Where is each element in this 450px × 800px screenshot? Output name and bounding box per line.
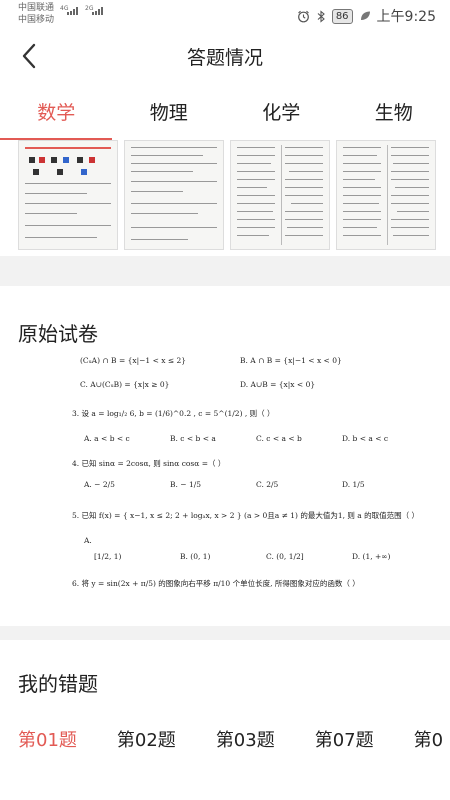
alarm-icon bbox=[297, 10, 309, 22]
page-title: 答题情况 bbox=[186, 47, 263, 69]
section-divider bbox=[0, 256, 450, 286]
section-title-wrong-questions: 我的错题 bbox=[18, 672, 98, 696]
paper-line: C. A∪(CᵤB) = {x|x ≥ 0} D. A∪B = {x|x < 0} bbox=[80, 380, 316, 389]
paper-line: A. a < b < c B. c < b < a C. c < a < b D. b… bbox=[84, 434, 389, 443]
paper-line: 3. 设 a = log₁/₂ 6, b = (1/6)^0.2 , c = 5… bbox=[72, 409, 275, 418]
bluetooth-icon bbox=[317, 9, 325, 23]
original-paper-image[interactable]: (CᵤA) ∩ B = {x|−1 < x ≤ 2} B. A ∩ B = {x|… bbox=[70, 352, 450, 608]
paper-line: (CᵤA) ∩ B = {x|−1 < x ≤ 2} B. A ∩ B = {x|… bbox=[80, 356, 342, 365]
subject-tabs: 数学 物理 化学 生物 bbox=[0, 94, 450, 140]
section-divider bbox=[0, 626, 450, 640]
paper-line: 4. 已知 sinα = 2cosα, 则 sinα cosα =（ ） bbox=[72, 459, 226, 468]
question-item-02[interactable]: 第02题 bbox=[117, 726, 176, 756]
carrier-label-2: 中国移动 bbox=[18, 15, 55, 25]
question-item-partial[interactable]: 第0 bbox=[414, 726, 443, 756]
answer-sheet-thumbnail[interactable] bbox=[230, 140, 330, 250]
leaf-icon bbox=[360, 11, 370, 20]
paper-line: A. bbox=[84, 536, 92, 545]
section-title-original-paper: 原始试卷 bbox=[18, 322, 98, 346]
tab-chemistry[interactable]: 化学 bbox=[225, 94, 338, 140]
tab-biology[interactable]: 生物 bbox=[338, 94, 450, 140]
signal-icon bbox=[92, 7, 103, 15]
answer-sheet-thumbnail[interactable] bbox=[336, 140, 436, 250]
header: 答题情况 bbox=[0, 32, 450, 80]
question-item-03[interactable]: 第03题 bbox=[216, 726, 275, 756]
paper-line: 5. 已知 f(x) = { x−1, x ≤ 2; 2 + logₐx, x … bbox=[72, 511, 420, 520]
tab-math[interactable]: 数学 bbox=[0, 94, 113, 140]
answer-sheet-thumbnails bbox=[18, 140, 450, 252]
paper-line: [1/2, 1) B. (0, 1) C. (0, 1/2] D. (1, +∞) bbox=[94, 552, 391, 561]
paper-line: 6. 将 y = sin(2x + π/5) 的图象向右平移 π/10 个单位长… bbox=[72, 579, 360, 588]
wrong-question-list: 第01题 第02题 第03题 第07题 第0 bbox=[18, 726, 450, 756]
carrier-label-1: 中国联通 bbox=[18, 3, 55, 13]
battery-icon: 86 bbox=[331, 8, 353, 24]
paper-line: A. − 2/5 B. − 1/5 C. 2/5 D. 1/5 bbox=[84, 480, 365, 489]
question-item-01[interactable]: 第01题 bbox=[18, 726, 77, 756]
signal-icon bbox=[67, 7, 78, 15]
status-right: 86 上午9:25 bbox=[297, 6, 436, 26]
question-item-07[interactable]: 第07题 bbox=[315, 726, 374, 756]
status-bar: 中国联通 4G 2G 中国移动 86 上午9:25 bbox=[0, 0, 450, 32]
status-time: 上午9:25 bbox=[376, 9, 436, 25]
tab-physics[interactable]: 物理 bbox=[113, 94, 226, 140]
answer-sheet-thumbnail[interactable] bbox=[18, 140, 118, 250]
answer-sheet-thumbnail[interactable] bbox=[124, 140, 224, 250]
